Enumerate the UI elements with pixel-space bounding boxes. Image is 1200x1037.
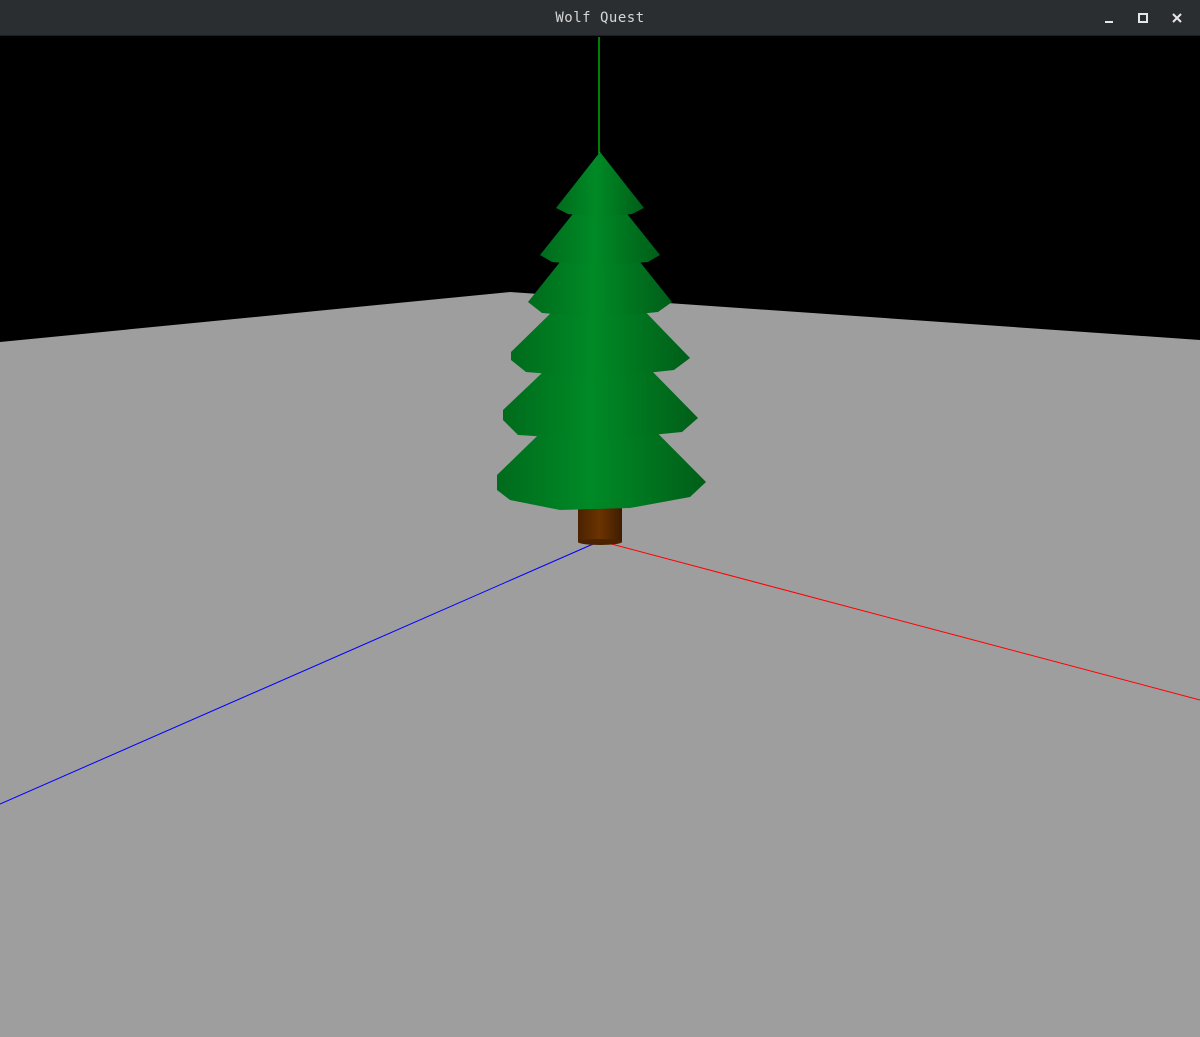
close-button[interactable] xyxy=(1160,0,1194,36)
maximize-button[interactable] xyxy=(1126,0,1160,36)
close-icon xyxy=(1172,13,1182,23)
window-title: Wolf Quest xyxy=(555,10,645,26)
game-viewport[interactable] xyxy=(0,36,1200,1037)
app-window: Wolf Quest xyxy=(0,0,1200,1037)
minimize-button[interactable] xyxy=(1092,0,1126,36)
title-bar[interactable]: Wolf Quest xyxy=(0,0,1200,36)
tree-trunk xyxy=(578,508,622,545)
maximize-icon xyxy=(1138,13,1148,23)
scene-canvas xyxy=(0,36,1200,1037)
window-controls xyxy=(1092,0,1194,36)
minimize-icon xyxy=(1105,21,1113,23)
